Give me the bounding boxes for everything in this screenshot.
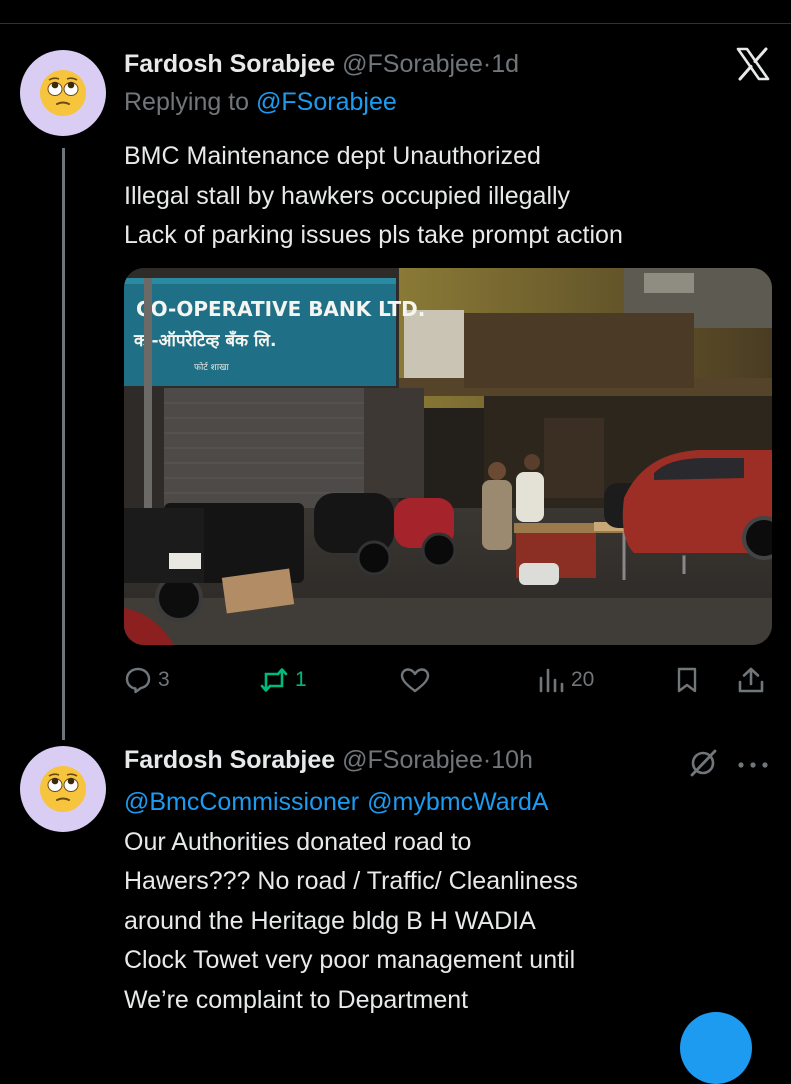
tweet-text-line: around the Heritage bldg B H WADIA xyxy=(124,906,536,935)
reply-count: 3 xyxy=(158,668,170,691)
bank-sign-line1: CO-OPERATIVE BANK LTD. xyxy=(136,297,425,321)
separator-dot: · xyxy=(482,746,492,774)
tweet-text-line: Lack of parking issues pls take prompt a… xyxy=(124,221,623,249)
replying-to: Replying to @FSorabjee xyxy=(124,88,397,117)
like-button[interactable] xyxy=(399,662,431,698)
mention-link[interactable]: @BmcCommissioner xyxy=(124,788,359,816)
author-name[interactable]: Fardosh Sorabjee xyxy=(124,50,335,78)
views-button[interactable]: 20 xyxy=(537,662,594,698)
author-handle[interactable]: @FSorabjee xyxy=(342,50,483,78)
tweet-time[interactable]: 1d xyxy=(491,50,519,78)
views-count: 20 xyxy=(571,668,595,691)
views-icon xyxy=(539,668,564,693)
eye-roll-emoji-icon xyxy=(40,70,86,116)
tweet-text-line: We’re complaint to Department xyxy=(124,985,469,1014)
bank-sign-line2: को-ऑपरेटिव्ह बँक लि. xyxy=(133,330,276,351)
avatar[interactable] xyxy=(20,50,106,136)
replying-handle-link[interactable]: @FSorabjee xyxy=(256,88,397,116)
tweet-actions: 3 1 20 xyxy=(124,662,772,698)
tweet-text-line: Clock Towet very poor management until xyxy=(124,946,576,974)
replying-label: Replying to xyxy=(124,88,250,116)
share-button[interactable] xyxy=(736,662,766,698)
bookmark-button[interactable] xyxy=(674,662,700,698)
bank-sign-line3: फोर्ट शाखा xyxy=(194,361,229,373)
reply-icon xyxy=(125,667,151,694)
author-name[interactable]: Fardosh Sorabjee xyxy=(124,746,335,774)
more-icon[interactable] xyxy=(735,760,771,770)
share-icon xyxy=(738,667,764,693)
mention-link[interactable]: @mybmcWardA xyxy=(367,788,548,816)
like-icon xyxy=(400,668,430,693)
tweet-text: @BmcCommissioner @mybmcWardA Our Authorit… xyxy=(124,783,578,1020)
author-handle[interactable]: @FSorabjee xyxy=(342,746,483,774)
repost-icon xyxy=(260,668,288,692)
tweet-text-line: Our Authorities donated road to xyxy=(124,827,472,856)
separator-dot: · xyxy=(482,50,492,78)
tweet-time[interactable]: 10h xyxy=(491,746,533,774)
reply-button[interactable]: 3 xyxy=(124,662,170,698)
top-divider xyxy=(0,23,791,24)
tweet-photo[interactable]: CO-OPERATIVE BANK LTD. को-ऑपरेटिव्ह बँक … xyxy=(124,268,772,645)
thread-connector xyxy=(62,148,65,740)
avatar[interactable] xyxy=(20,746,106,832)
grok-icon[interactable] xyxy=(688,748,718,778)
tweet-text-line: Illegal stall by hawkers occupied illega… xyxy=(124,181,571,210)
tweet-header: Fardosh Sorabjee @FSorabjee·10h xyxy=(124,746,533,775)
compose-fab-button[interactable] xyxy=(680,1012,752,1084)
tweet-text: BMC Maintenance dept Unauthorized Illega… xyxy=(124,137,623,256)
x-logo-icon[interactable] xyxy=(735,46,771,82)
tweet-text-line: Hawers??? No road / Traffic/ Cleanliness xyxy=(124,867,578,895)
tweet-text-line: BMC Maintenance dept Unauthorized xyxy=(124,142,541,170)
repost-button[interactable]: 1 xyxy=(259,662,307,698)
bookmark-icon xyxy=(677,667,697,693)
repost-count: 1 xyxy=(295,668,307,691)
mentions-line: @BmcCommissioner @mybmcWardA xyxy=(124,783,578,823)
eye-roll-emoji-icon xyxy=(40,766,86,812)
street-scene-photo: CO-OPERATIVE BANK LTD. को-ऑपरेटिव्ह बँक … xyxy=(124,268,772,645)
tweet-header: Fardosh Sorabjee @FSorabjee·1d xyxy=(124,50,519,79)
